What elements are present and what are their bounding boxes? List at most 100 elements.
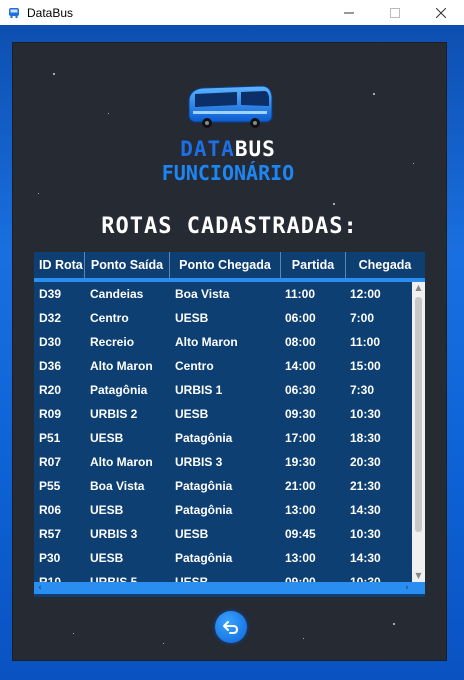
star-decoration [373,93,375,95]
column-header[interactable]: ID Rota [34,252,85,278]
table-cell: URBIS 2 [90,407,138,421]
table-cell: 11:00 [285,287,316,301]
table-cell: D30 [39,335,62,349]
column-header[interactable]: Partida [281,252,346,278]
table-row[interactable]: D30 Recreio Alto Maron 08:00 11:00 [34,330,412,354]
routes-table: ID Rota Ponto Saída Ponto Chegada Partid… [34,252,425,597]
table-cell: 21:00 [285,479,316,493]
table-cell: URBIS 3 [175,455,223,469]
vertical-scrollbar[interactable]: ▲ ▼ [412,282,425,582]
table-cell: 18:30 [350,431,381,445]
table-cell: 14:30 [350,503,381,517]
star-decoration [73,633,74,634]
table-cell: 10:30 [350,575,381,582]
table-cell: UESB [175,311,209,325]
table-row[interactable]: P51 UESB Patagônia 17:00 18:30 [34,426,412,450]
star-decoration [53,73,55,75]
scroll-left-icon[interactable]: ‹ [34,582,46,594]
table-cell: Patagônia [175,503,233,517]
table-cell: 09:45 [285,527,316,541]
table-cell: 7:30 [350,383,375,397]
scroll-down-icon[interactable]: ▼ [412,570,425,582]
star-decoration [38,193,39,194]
horizontal-scrollbar[interactable]: ‹ › [34,582,425,594]
table-cell: 7:00 [350,311,375,325]
logo-line2: FUNCIONÁRIO [161,161,295,185]
table-row[interactable]: D39 Candeias Boa Vista 11:00 12:00 [34,282,412,306]
table-cell: Patagônia [90,383,148,397]
table-cell: R09 [39,407,62,421]
table-row[interactable]: R10 URBIS 5 UESB 09:00 10:30 [34,570,412,582]
table-cell: 13:00 [285,503,316,517]
scroll-up-icon[interactable]: ▲ [412,282,425,294]
table-cell: URBIS 3 [90,527,138,541]
table-cell: 12:00 [350,287,381,301]
table-cell: R06 [39,503,62,517]
main-panel: DATABUS FUNCIONÁRIO ROTAS CADASTRADAS: I… [12,42,447,661]
table-cell: 13:00 [285,551,316,565]
databus-logo: DATABUS FUNCIONÁRIO [143,81,313,186]
table-row[interactable]: R20 Patagônia URBIS 1 06:30 7:30 [34,378,412,402]
table-cell: P55 [39,479,61,493]
table-cell: Patagônia [175,431,233,445]
table-cell: Candeias [90,287,144,301]
table-cell: 11:00 [350,335,381,349]
scroll-right-icon[interactable]: › [401,582,413,594]
table-cell: R10 [39,575,62,582]
table-row[interactable]: P30 UESB Patagônia 13:00 14:30 [34,546,412,570]
table-cell: 14:00 [285,359,316,373]
table-cell: 08:00 [285,335,316,349]
star-decoration [393,623,395,625]
table-cell: Recreio [90,335,135,349]
title-bar: DataBus [0,0,464,25]
table-cell: UESB [90,503,124,517]
table-cell: 15:00 [350,359,381,373]
star-decoration [108,113,109,114]
table-cell: P51 [39,431,61,445]
minimize-button[interactable] [326,0,372,25]
logo-line1: DATABUS [180,137,276,161]
table-row[interactable]: R57 URBIS 3 UESB 09:45 10:30 [34,522,412,546]
table-row[interactable]: D32 Centro UESB 06:00 7:00 [34,306,412,330]
table-row[interactable]: R06 UESB Patagônia 13:00 14:30 [34,498,412,522]
table-row[interactable]: R07 Alto Maron URBIS 3 19:30 20:30 [34,450,412,474]
table-cell: Patagônia [175,551,233,565]
table-cell: 09:00 [285,575,316,582]
table-cell: P30 [39,551,61,565]
table-cell: UESB [90,431,124,445]
maximize-button[interactable] [372,0,418,25]
table-row[interactable]: P55 Boa Vista Patagônia 21:00 21:30 [34,474,412,498]
table-cell: 10:30 [350,527,381,541]
star-decoration [413,163,414,164]
table-cell: URBIS 5 [90,575,138,582]
table-cell: UESB [175,527,209,541]
table-cell: R07 [39,455,62,469]
table-row[interactable]: D36 Alto Maron Centro 14:00 15:00 [34,354,412,378]
bus-icon [188,85,273,128]
column-header[interactable]: Ponto Chegada [170,252,281,278]
undo-arrow-icon [223,621,239,634]
star-decoration [303,638,304,639]
table-cell: Boa Vista [175,287,230,301]
table-cell: 20:30 [350,455,381,469]
table-cell: Alto Maron [90,455,153,469]
table-row[interactable]: R09 URBIS 2 UESB 09:30 10:30 [34,402,412,426]
table-cell: 21:30 [350,479,381,493]
table-cell: 06:00 [285,311,316,325]
page-title: ROTAS CADASTRADAS: [101,214,358,239]
close-button[interactable] [418,0,464,25]
back-button[interactable] [215,611,247,643]
table-cell: 10:30 [350,407,381,421]
star-decoration [163,643,164,644]
bus-app-icon [7,6,21,20]
table-cell: R20 [39,383,62,397]
table-cell: UESB [90,551,124,565]
table-cell: Boa Vista [90,479,145,493]
table-cell: D36 [39,359,62,373]
window-title: DataBus [27,5,74,20]
column-header[interactable]: Chegada [346,252,424,278]
table-cell: URBIS 1 [175,383,223,397]
table-cell: 17:00 [285,431,316,445]
column-header[interactable]: Ponto Saída [85,252,170,278]
scroll-thumb[interactable] [415,297,422,532]
